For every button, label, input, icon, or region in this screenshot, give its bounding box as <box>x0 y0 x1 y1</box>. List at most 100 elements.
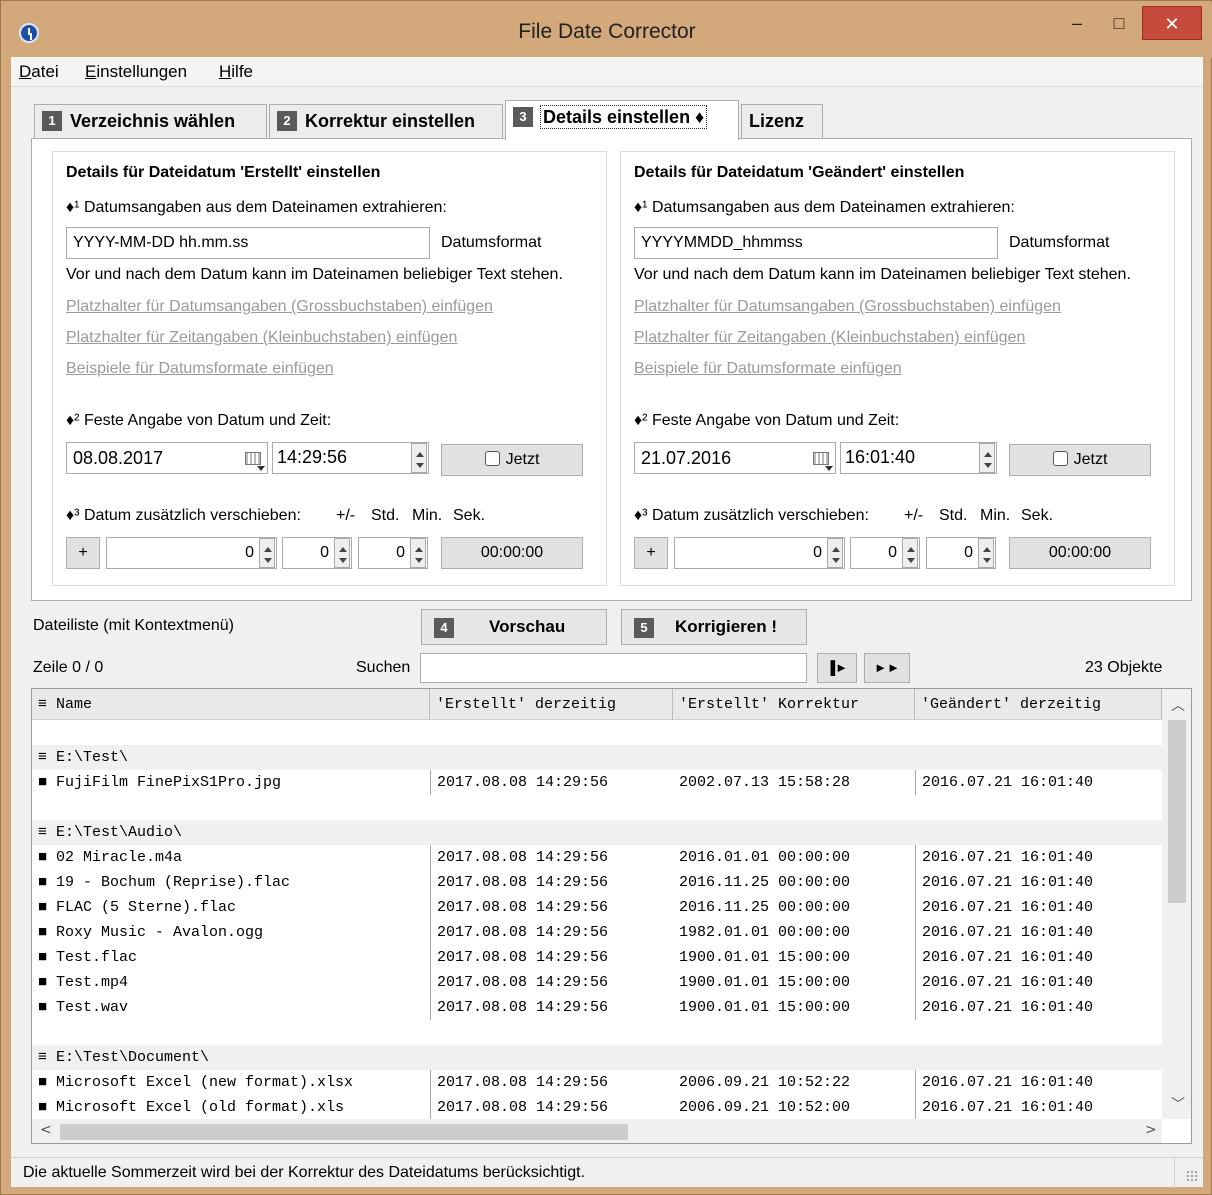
minutes-stepper[interactable]: 0 <box>282 537 352 569</box>
link-format-examples[interactable]: Beispiele für Datumsformate einfügen <box>66 360 334 378</box>
calendar-icon[interactable] <box>245 452 265 471</box>
preview-button[interactable]: 4 Vorschau <box>421 609 607 645</box>
hours-spinner[interactable] <box>259 538 275 568</box>
table-row[interactable]: ■ 02 Miracle.m4a 2017.08.08 14:29:56 2016.… <box>32 845 1162 870</box>
table-row[interactable]: ■ 19 - Bochum (Reprise).flac 2017.08.08 1… <box>32 870 1162 895</box>
time-picker[interactable]: 14:29:56 <box>272 442 429 474</box>
date-picker[interactable]: 08.08.2017 <box>66 442 268 474</box>
col-name[interactable]: ≡ Name <box>32 689 430 720</box>
spacer-row <box>32 720 1162 745</box>
date-format-input[interactable]: YYYYMMDD_hhmmss <box>634 227 998 259</box>
table-row[interactable]: ■ Test.wav 2017.08.08 14:29:56 1900.01.01 … <box>32 995 1162 1020</box>
scroll-right-icon[interactable]: > <box>1145 1122 1157 1138</box>
minutes-spinner[interactable] <box>902 538 918 568</box>
sign-button[interactable]: + <box>634 537 668 569</box>
status-divider <box>1174 1158 1175 1188</box>
find-next-button[interactable]: ▐► <box>817 653 857 683</box>
link-date-placeholders[interactable]: Platzhalter für Datumsangaben (Grossbuch… <box>634 298 1061 316</box>
close-button[interactable]: ✕ <box>1142 6 1202 40</box>
fixed-label: ♦² Feste Angabe von Datum und Zeit: <box>66 412 332 429</box>
minutes-spinner[interactable] <box>334 538 350 568</box>
folder-row[interactable]: ≡ E:\Test\Document\ <box>32 1045 1162 1070</box>
window-title: File Date Corrector <box>518 20 696 43</box>
hint-text: Vor und nach dem Datum kann im Dateiname… <box>66 266 563 283</box>
vertical-scrollbar[interactable]: ︿ ﹀ <box>1162 689 1191 1119</box>
link-date-placeholders[interactable]: Platzhalter für Datumsangaben (Grossbuch… <box>66 298 493 316</box>
link-format-examples[interactable]: Beispiele für Datumsformate einfügen <box>634 360 902 378</box>
menu-datei[interactable]: Datei <box>19 62 59 82</box>
min-label: Min. <box>980 507 1011 524</box>
created-correction: 2006.09.21 10:52:00 <box>679 1099 851 1116</box>
sign-button[interactable]: + <box>66 537 100 569</box>
seconds-spinner[interactable] <box>410 538 426 568</box>
extract-label: ♦¹ Datumsangaben aus dem Dateinamen extr… <box>634 199 1015 216</box>
seconds-stepper[interactable]: 0 <box>358 537 428 569</box>
menu-bar: Datei Einstellungen Hilfe <box>11 57 1203 87</box>
folder-row[interactable]: ≡ E:\Test\Audio\ <box>32 820 1162 845</box>
folder-row[interactable]: ≡ E:\Test\ <box>32 745 1162 770</box>
modified-current: 2016.07.21 16:01:40 <box>915 995 1162 1020</box>
horizontal-scrollbar[interactable]: < > <box>32 1119 1162 1143</box>
maximize-button[interactable]: □ <box>1099 6 1139 40</box>
menu-hilfe[interactable]: Hilfe <box>219 62 253 82</box>
find-all-button[interactable]: ►► <box>864 653 910 683</box>
title-bar[interactable]: File Date Corrector – □ ✕ <box>2 2 1212 58</box>
file-name: ■ 02 Miracle.m4a <box>38 849 183 866</box>
seconds-spinner[interactable] <box>978 538 994 568</box>
link-time-placeholders[interactable]: Platzhalter für Zeitangaben (Kleinbuchst… <box>634 329 1025 347</box>
tab-lizenz[interactable]: Lizenz <box>741 104 823 138</box>
table-row[interactable]: ■ FujiFilm FinePixS1Pro.jpg 2017.08.08 14… <box>32 770 1162 795</box>
scroll-left-icon[interactable]: < <box>40 1122 52 1138</box>
date-picker[interactable]: 21.07.2016 <box>634 442 836 474</box>
table-row[interactable]: ■ Test.mp4 2017.08.08 14:29:56 1900.01.01 … <box>32 970 1162 995</box>
tab-korrektur[interactable]: 2 Korrektur einstellen <box>269 104 503 138</box>
hours-stepper[interactable]: 0 <box>674 537 845 569</box>
search-input[interactable] <box>420 653 807 683</box>
sek-label: Sek. <box>453 507 486 524</box>
file-list[interactable]: ≡ Name 'Erstellt' derzeitig 'Erstellt' K… <box>31 688 1192 1144</box>
hours-spinner[interactable] <box>827 538 843 568</box>
file-name: ■ FujiFilm FinePixS1Pro.jpg <box>38 774 282 791</box>
created-correction: 1982.01.01 00:00:00 <box>679 924 851 941</box>
table-row[interactable]: ■ Microsoft Excel (old format).xls 2017.0… <box>32 1095 1162 1120</box>
object-count: 23 Objekte <box>1085 659 1163 676</box>
col-created-correction[interactable]: 'Erstellt' Korrektur <box>673 689 915 720</box>
menu-einstellungen[interactable]: Einstellungen <box>85 62 187 82</box>
time-spinner[interactable] <box>411 443 427 473</box>
col-modified-current[interactable]: 'Geändert' derzeitig <box>915 689 1162 720</box>
filelist-label: Dateiliste (mit Kontextmenü) <box>33 617 234 634</box>
link-time-placeholders[interactable]: Platzhalter für Zeitangaben (Kleinbuchst… <box>66 329 457 347</box>
vertical-scroll-thumb[interactable] <box>1168 720 1186 903</box>
time-spinner[interactable] <box>979 443 995 473</box>
table-row[interactable]: ■ FLAC (5 Sterne).flac 2017.08.08 14:29:5… <box>32 895 1162 920</box>
col-created-current[interactable]: 'Erstellt' derzeitig <box>430 689 673 720</box>
seconds-stepper[interactable]: 0 <box>926 537 996 569</box>
details-panel: Details für Dateidatum 'Erstellt' einste… <box>31 138 1192 601</box>
file-name: ■ 19 - Bochum (Reprise).flac <box>38 874 291 891</box>
shift-result[interactable]: 00:00:00 <box>441 537 583 569</box>
search-label: Suchen <box>356 659 411 676</box>
minutes-stepper[interactable]: 0 <box>850 537 920 569</box>
table-row[interactable]: ■ Test.flac 2017.08.08 14:29:56 1900.01.01… <box>32 945 1162 970</box>
horizontal-scroll-thumb[interactable] <box>60 1124 628 1140</box>
tab-details[interactable]: 3 Details einstellen ♦ <box>505 100 739 140</box>
now-button[interactable]: Jetzt <box>441 444 583 476</box>
correct-button[interactable]: 5 Korrigieren ! <box>621 609 807 645</box>
tab-verzeichnis[interactable]: 1 Verzeichnis wählen <box>34 104 267 138</box>
minimize-button[interactable]: – <box>1054 6 1100 40</box>
scroll-down-icon[interactable]: ﹀ <box>1171 1094 1185 1114</box>
spacer-row <box>32 795 1162 820</box>
resize-grip-icon[interactable] <box>1186 1170 1198 1182</box>
calendar-icon[interactable] <box>813 452 833 471</box>
hours-stepper[interactable]: 0 <box>106 537 277 569</box>
table-row[interactable]: ■ Microsoft Excel (new format).xlsx 2017.… <box>32 1070 1162 1095</box>
shift-label: ♦³ Datum zusätzlich verschieben: <box>66 507 301 524</box>
modified-current: 2016.07.21 16:01:40 <box>915 1070 1162 1095</box>
format-label: Datumsformat <box>1009 234 1110 251</box>
scroll-up-icon[interactable]: ︿ <box>1171 695 1185 715</box>
table-row[interactable]: ■ Roxy Music - Avalon.ogg 2017.08.08 14:2… <box>32 920 1162 945</box>
date-format-input[interactable]: YYYY-MM-DD hh.mm.ss <box>66 227 430 259</box>
now-button[interactable]: Jetzt <box>1009 444 1151 476</box>
shift-result[interactable]: 00:00:00 <box>1009 537 1151 569</box>
time-picker[interactable]: 16:01:40 <box>840 442 997 474</box>
